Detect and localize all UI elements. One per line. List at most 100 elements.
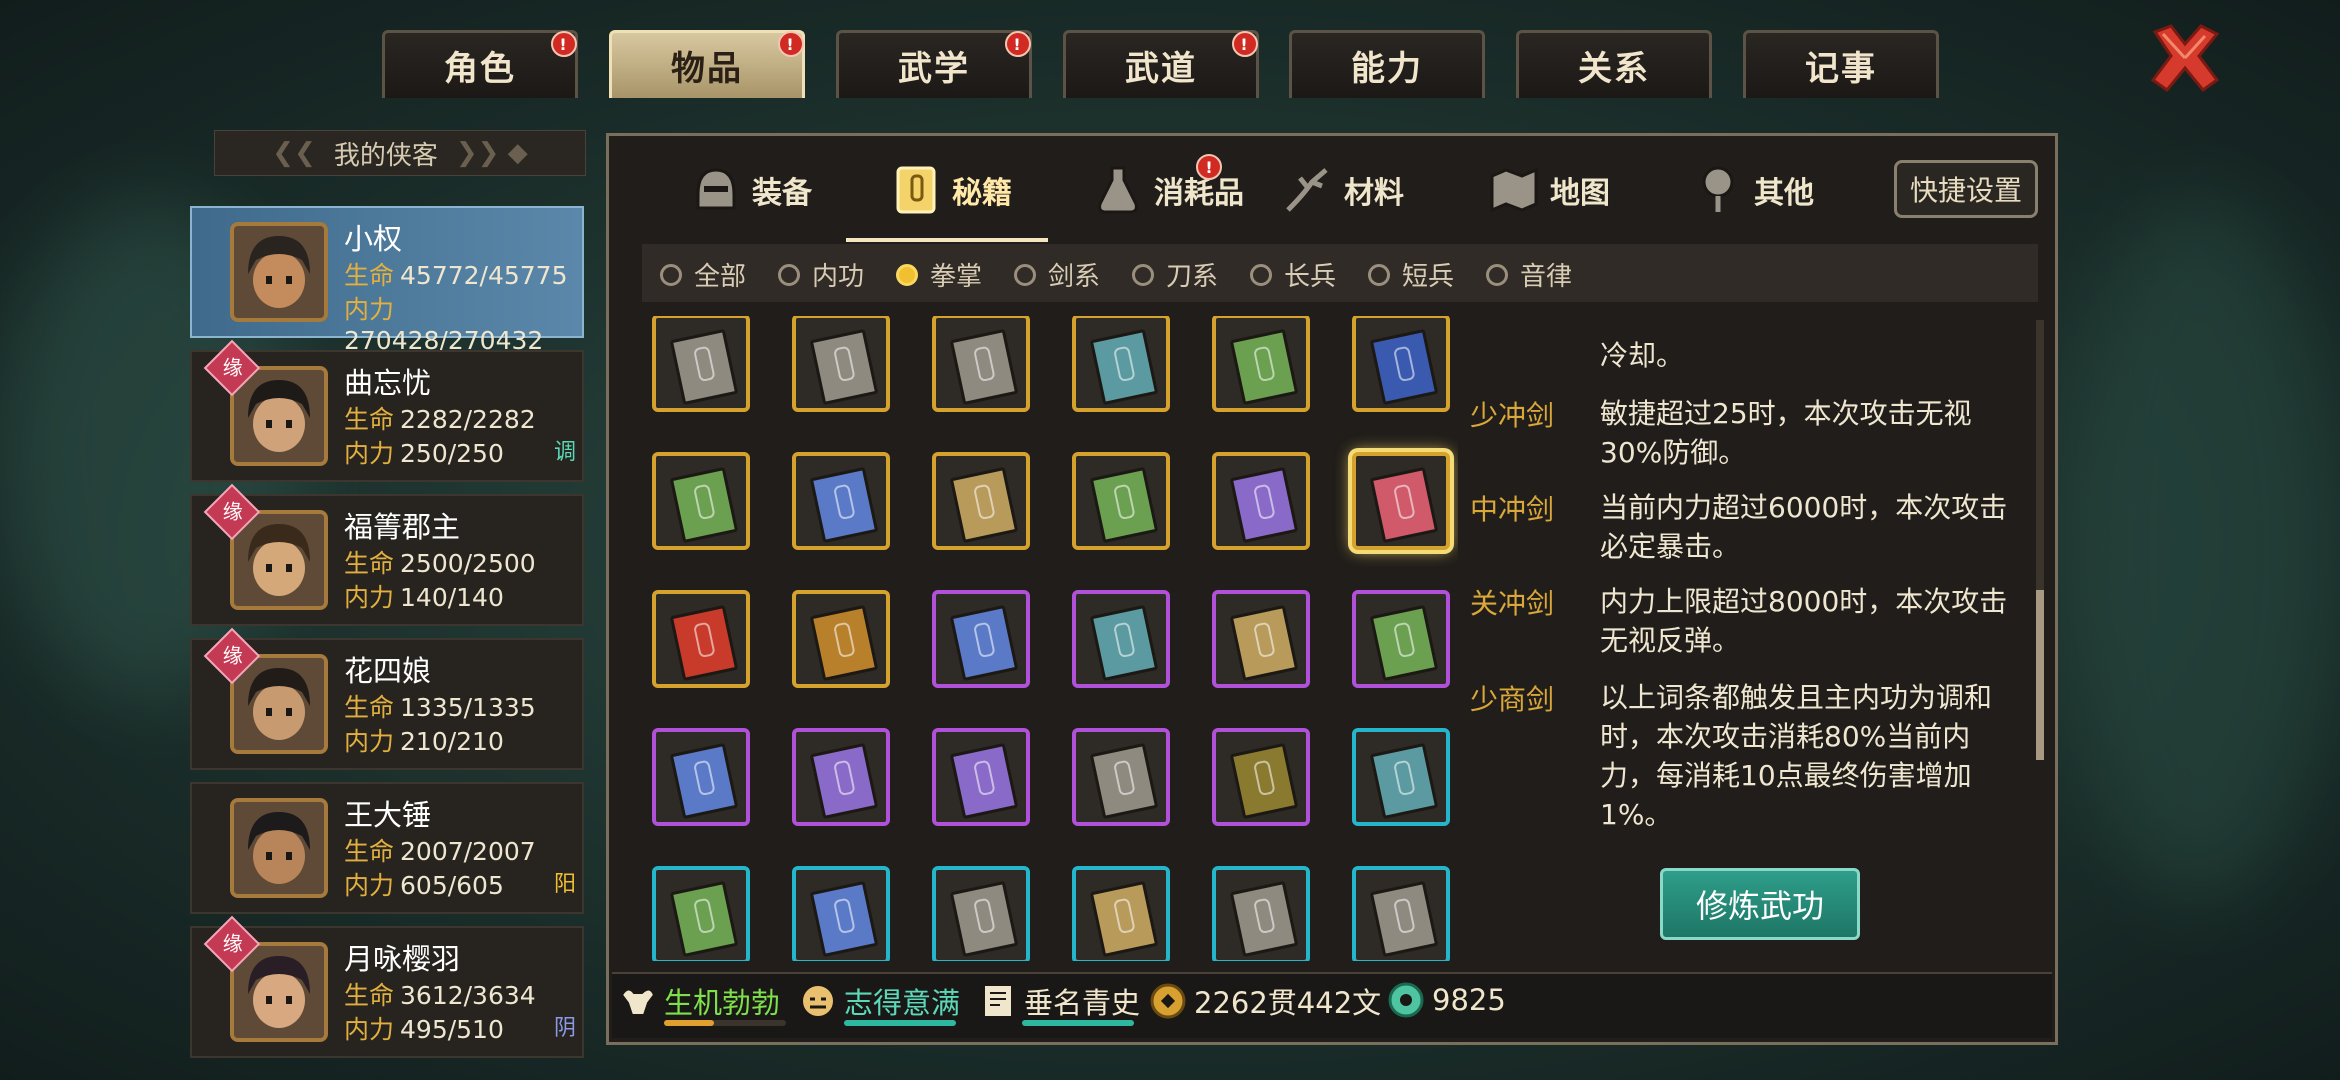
filter-option[interactable]: 内功 [778,256,864,293]
top-tab-label: 武道 [1125,49,1197,89]
subtab-label: 其他 [1754,176,1814,211]
manual-slot[interactable] [652,452,750,550]
top-tab-3[interactable]: 武道! [1063,30,1259,98]
mp-value: 250/250 [400,439,504,468]
background-blob [2060,200,2340,900]
manual-slot[interactable] [652,590,750,688]
top-tab-label: 物品 [671,49,743,89]
manual-slot[interactable] [1212,866,1310,961]
roster-card[interactable]: 曲忘忧 生命 2282/2282 内力 250/250 调缘 [190,339,584,482]
martial-manual-book-icon [949,742,1019,820]
manual-slot[interactable] [1072,866,1170,961]
radio-icon [1486,263,1508,286]
character-portrait [230,798,328,898]
hp-value: 3612/3634 [400,981,536,1010]
manual-slot[interactable] [932,590,1030,688]
filter-option[interactable]: 剑系 [1014,256,1100,293]
manual-slot[interactable] [1352,316,1450,412]
subtab-consumables[interactable]: 消耗品 ! [1092,152,1244,228]
manual-slot[interactable] [1352,866,1450,961]
manual-slot[interactable] [932,866,1030,961]
manual-slot[interactable] [792,452,890,550]
mp-label: 内力 [344,727,395,756]
top-tab-0[interactable]: 角色! [382,30,578,98]
manual-slot[interactable] [652,316,750,412]
manual-slot[interactable] [792,590,890,688]
jade-value: 9825 [1432,983,1506,1017]
filter-option[interactable]: 短兵 [1368,256,1454,293]
top-tab-4[interactable]: 能力 [1289,30,1485,98]
manual-slot[interactable] [1352,452,1450,550]
subtab-materials[interactable]: 材料 [1282,152,1404,228]
filter-option[interactable]: 拳掌 [896,256,982,293]
subtab-label: 秘籍 [952,176,1012,211]
sword-effect: 以上词条都触发且主内功为调和时，本次攻击消耗80%当前内力，每消耗10点最终伤害… [1600,681,1993,831]
manual-slot[interactable] [1212,452,1310,550]
ginseng-icon [1286,168,1328,212]
martial-manual-book-icon [1369,880,1439,958]
quick-settings-button[interactable]: 快捷设置 [1894,160,2038,218]
top-tab-2[interactable]: 武学! [836,30,1032,98]
mp-label: 内力 [344,295,395,324]
martial-manual-book-icon [1369,466,1439,544]
manual-slot[interactable] [1212,590,1310,688]
filter-option[interactable]: 全部 [660,256,746,293]
martial-manual-book-icon [809,742,879,820]
roster-card[interactable]: 花四娘 生命 1335/1335 内力 210/210 缘 [190,627,584,770]
subtab-label: 材料 [1344,176,1404,211]
close-icon[interactable] [2145,18,2225,98]
subtab-maps[interactable]: 地图 [1488,152,1610,228]
manual-slot[interactable] [792,866,890,961]
scrollbar-thumb[interactable] [2036,590,2044,760]
character-mp: 内力 605/605 [344,866,504,902]
manual-slot[interactable] [932,452,1030,550]
roster-card[interactable]: 福箐郡主 生命 2500/2500 内力 140/140 缘 [190,483,584,626]
subtab-other[interactable]: 其他 [1692,152,1814,228]
map-icon [1490,167,1538,213]
train-skill-button[interactable]: 修炼武功 [1660,868,1860,940]
manual-slot[interactable] [1072,590,1170,688]
manual-slot[interactable] [1212,316,1310,412]
roster-title: 我的侠客 [333,140,438,171]
manual-slot[interactable] [652,866,750,961]
manual-slot[interactable] [1212,728,1310,826]
active-subtab-underline [846,238,1048,242]
manual-slot[interactable] [1352,590,1450,688]
manual-slot[interactable] [1072,728,1170,826]
item-grid [642,316,1458,961]
filter-option[interactable]: 长兵 [1250,256,1336,293]
filter-label: 拳掌 [930,262,983,292]
manual-slot[interactable] [792,316,890,412]
martial-manual-book-icon [1089,880,1159,958]
subtab-equipment[interactable]: 装备 [690,152,812,228]
roster-card[interactable]: 王大锤 生命 2007/2007 内力 605/605 阳 [190,782,584,914]
sword-name: 关冲剑 [1470,587,1555,620]
manual-slot[interactable] [1352,728,1450,826]
top-tab-5[interactable]: 关系 [1516,30,1712,98]
character-name: 王大锤 [344,798,432,832]
radio-icon [1014,263,1036,286]
fate-badge-label: 缘 [222,499,243,524]
manual-slot[interactable] [932,316,1030,412]
manual-slot[interactable] [1072,452,1170,550]
manual-slot[interactable] [652,728,750,826]
radio-icon [1368,263,1390,286]
martial-manual-book-icon [1089,604,1159,682]
top-tab-1[interactable]: 物品! [609,30,805,98]
roster-card[interactable]: 月咏樱羽 生命 3612/3634 内力 495/510 阴缘 [190,915,584,1058]
manual-slot[interactable] [792,728,890,826]
filter-option[interactable]: 刀系 [1132,256,1218,293]
mp-value: 210/210 [400,727,504,756]
filter-option[interactable]: 音律 [1486,256,1572,293]
top-tab-6[interactable]: 记事 [1743,30,1939,98]
martial-manual-book-icon [949,604,1019,682]
manual-slot[interactable] [1072,316,1170,412]
character-name: 小权 [344,222,403,256]
manual-slot[interactable] [932,728,1030,826]
character-hp: 生命 2007/2007 [344,832,536,868]
sword-effect: 内力上限超过8000时，本次攻击无视反弹。 [1600,585,2008,657]
alert-badge-icon: ! [1005,31,1031,57]
roster-card[interactable]: 小权 生命 45772/45775 内力270428/270432 [190,206,584,355]
subtab-manuals[interactable]: 秘籍 [890,152,1012,228]
character-portrait [230,222,328,322]
